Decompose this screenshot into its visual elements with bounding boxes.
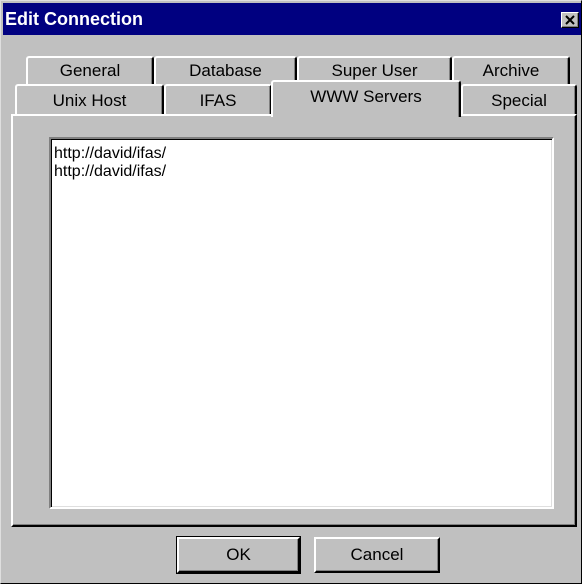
- tab-archive[interactable]: Archive: [452, 56, 570, 86]
- ok-button[interactable]: OK: [176, 536, 301, 574]
- tab-general-label: General: [59, 61, 121, 80]
- tab-ifas-label: IFAS: [199, 91, 237, 110]
- close-button[interactable]: [561, 12, 579, 28]
- tab-www-servers-label: WWW Servers: [310, 87, 422, 106]
- tab-unix-host-label: Unix Host: [52, 91, 127, 110]
- tab-ifas[interactable]: IFAS: [164, 84, 272, 115]
- list-item[interactable]: http://david/ifas/: [54, 145, 552, 163]
- window-title: Edit Connection: [5, 9, 143, 29]
- tab-general[interactable]: General: [26, 56, 154, 86]
- www-servers-panel: http://david/ifas/ http://david/ifas/: [11, 114, 577, 527]
- list-item[interactable]: http://david/ifas/: [54, 163, 552, 181]
- tab-www-servers[interactable]: WWW Servers: [271, 80, 461, 117]
- close-icon: [565, 15, 575, 25]
- servers-listbox[interactable]: http://david/ifas/ http://david/ifas/: [49, 137, 554, 509]
- tab-unix-host[interactable]: Unix Host: [15, 84, 164, 115]
- cancel-button[interactable]: Cancel: [314, 537, 440, 573]
- tab-special[interactable]: Special: [461, 84, 577, 115]
- tab-archive-label: Archive: [482, 61, 540, 80]
- tab-special-label: Special: [491, 91, 547, 110]
- title-bar[interactable]: Edit Connection: [3, 3, 581, 35]
- edit-connection-dialog: Edit Connection General Database Super U…: [0, 0, 582, 584]
